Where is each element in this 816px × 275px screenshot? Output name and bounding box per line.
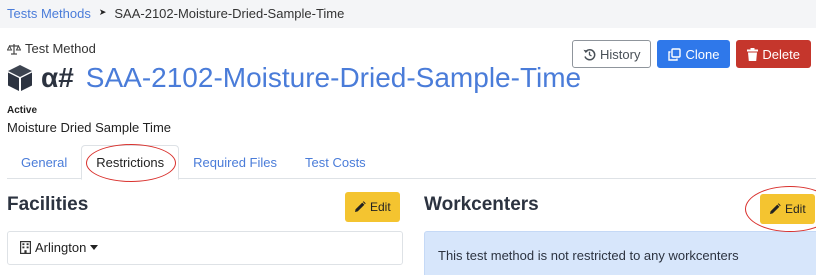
tab-bar: General Restrictions Required Files Test… [7, 145, 816, 180]
tab-restrictions[interactable]: Restrictions [81, 145, 180, 180]
copy-icon [668, 47, 682, 61]
caret-down-icon [90, 245, 99, 250]
page-title: α# SAA-2102-Moisture-Dried-Sample-Time [7, 62, 581, 94]
workcenters-heading: Workcenters [424, 194, 539, 215]
facilities-heading: Facilities [7, 194, 89, 215]
breadcrumb: Tests Methods ➤ SAA-2102-Moisture-Dried-… [7, 6, 344, 21]
building-icon [20, 241, 31, 254]
pencil-icon [354, 201, 366, 213]
breadcrumb-link-tests-methods[interactable]: Tests Methods [7, 6, 91, 21]
history-button[interactable]: History [572, 40, 652, 68]
facility-name: Arlington [35, 240, 87, 255]
tab-required-files[interactable]: Required Files [179, 145, 291, 179]
balance-scale-icon [7, 43, 21, 55]
breadcrumb-bar: Tests Methods ➤ SAA-2102-Moisture-Dried-… [0, 0, 816, 28]
section-label-text: Test Method [25, 41, 96, 56]
workcenters-edit-button[interactable]: Edit [760, 194, 815, 224]
workcenters-edit-label: Edit [785, 202, 806, 216]
delete-button-label: Delete [762, 46, 800, 62]
title-prefix: α# [41, 62, 74, 93]
workcenters-info-alert: This test method is not restricted to an… [424, 231, 816, 275]
pencil-icon [769, 203, 781, 215]
facilities-edit-label: Edit [370, 200, 391, 214]
delete-button[interactable]: Delete [736, 40, 811, 68]
cube-icon [7, 64, 33, 92]
page-title-text: SAA-2102-Moisture-Dried-Sample-Time [85, 62, 582, 93]
history-icon [583, 48, 596, 61]
clone-button-label: Clone [685, 46, 720, 62]
tab-test-costs[interactable]: Test Costs [291, 145, 380, 179]
tab-general[interactable]: General [7, 145, 81, 179]
facility-card: Arlington [7, 231, 403, 265]
page-subtitle: Moisture Dried Sample Time [7, 120, 171, 135]
breadcrumb-current: SAA-2102-Moisture-Dried-Sample-Time [114, 6, 345, 21]
section-label: Test Method [7, 41, 96, 56]
facilities-edit-button[interactable]: Edit [345, 192, 400, 222]
breadcrumb-separator-icon: ➤ [98, 7, 107, 17]
facility-dropdown[interactable]: Arlington [20, 240, 99, 255]
trash-icon [747, 47, 759, 61]
action-buttons: History Clone Delete [572, 40, 811, 68]
status-badge: Active [7, 105, 38, 116]
history-button-label: History [600, 46, 641, 62]
workcenters-info-text: This test method is not restricted to an… [438, 248, 739, 263]
clone-button[interactable]: Clone [657, 40, 731, 68]
